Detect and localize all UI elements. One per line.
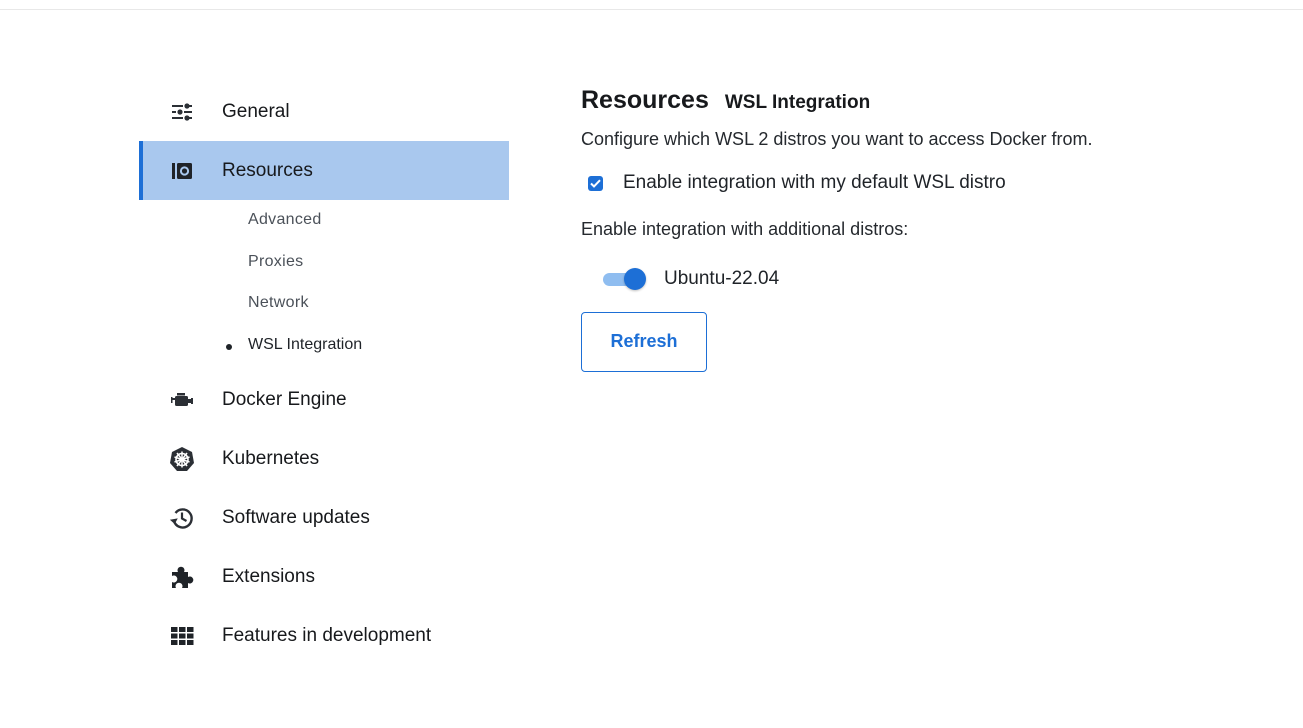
default-distro-checkbox[interactable] [588, 175, 603, 191]
distro-name: Ubuntu-22.04 [664, 268, 780, 289]
sidebar-subitem-proxies[interactable]: Proxies [248, 253, 303, 271]
refresh-button[interactable]: Refresh [581, 312, 707, 372]
kubernetes-icon [169, 446, 195, 472]
sidebar-item-resources[interactable]: Resources [139, 141, 509, 200]
page-description: Configure which WSL 2 distros you want t… [581, 129, 1093, 149]
engine-icon [169, 387, 195, 413]
resources-icon [169, 158, 195, 184]
sidebar-item-label: Docker Engine [222, 388, 347, 410]
puzzle-icon [169, 564, 195, 590]
sidebar-item-label: Kubernetes [222, 447, 320, 469]
sidebar-item-general[interactable]: General [139, 82, 509, 141]
sidebar-item-features-in-development[interactable]: Features in development [139, 606, 509, 665]
distro-toggle-ubuntu[interactable] [603, 268, 649, 290]
additional-distros-label: Enable integration with additional distr… [581, 219, 909, 239]
sidebar-subitem-advanced[interactable]: Advanced [248, 211, 322, 229]
toggle-knob [624, 268, 646, 290]
top-divider [0, 9, 1303, 10]
sidebar-item-label: General [222, 100, 290, 122]
page-title: Resources [581, 86, 709, 114]
sidebar-item-label: Software updates [222, 506, 370, 528]
sidebar-subitem-network[interactable]: Network [248, 294, 309, 312]
sidebar-item-software-updates[interactable]: Software updates [139, 488, 509, 547]
sliders-icon [169, 99, 195, 125]
grid-icon [169, 623, 195, 649]
checkmark-icon [590, 179, 601, 188]
distro-toggle-row: Ubuntu-22.04 [581, 268, 1261, 290]
default-distro-checkbox-row[interactable]: Enable integration with my default WSL d… [581, 172, 1261, 194]
sidebar-item-kubernetes[interactable]: Kubernetes [139, 429, 509, 488]
sidebar-subitem-label: WSL Integration [248, 336, 363, 353]
sidebar-subitem-wsl-integration[interactable]: WSL Integration [226, 336, 363, 354]
sidebar-item-label: Extensions [222, 565, 315, 587]
resources-submenu: Advanced Proxies Network WSL Integration [139, 200, 509, 370]
page-header: Resources WSL Integration [581, 86, 1261, 115]
sidebar-item-docker-engine[interactable]: Docker Engine [139, 370, 509, 429]
sidebar-item-label: Features in development [222, 624, 432, 646]
default-distro-checkbox-label: Enable integration with my default WSL d… [623, 172, 1006, 193]
history-icon [169, 505, 195, 531]
current-page-dot [226, 344, 232, 350]
page-subtitle: WSL Integration [724, 92, 871, 113]
settings-sidebar: General Resources Advanced Proxies Netwo… [139, 82, 509, 665]
sidebar-item-extensions[interactable]: Extensions [139, 547, 509, 606]
sidebar-item-label: Resources [222, 159, 313, 181]
settings-main-panel: Resources WSL Integration Configure whic… [581, 86, 1261, 372]
